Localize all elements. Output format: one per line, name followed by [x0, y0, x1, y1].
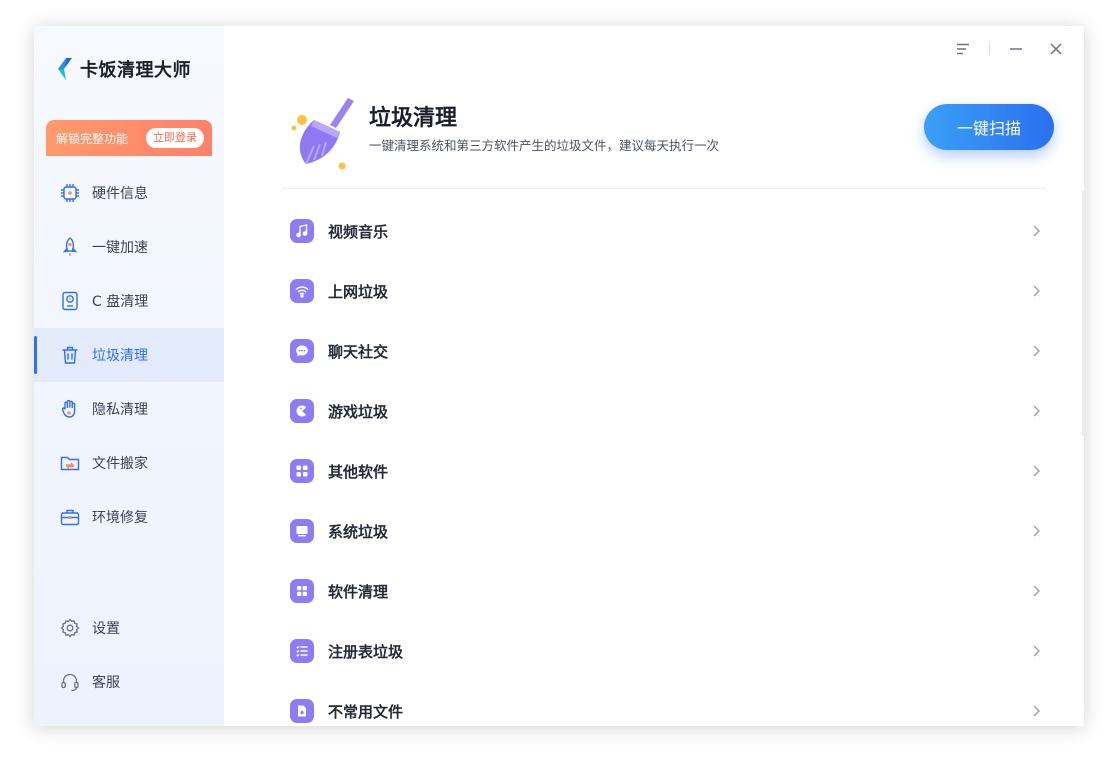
page-subtitle: 一键清理系统和第三方软件产生的垃圾文件，建议每天执行一次 — [369, 138, 720, 153]
category-system-junk[interactable]: 系统垃圾 — [282, 501, 1050, 561]
category-label: 注册表垃圾 — [328, 642, 404, 661]
broom-icon — [284, 94, 364, 174]
music-icon — [290, 219, 314, 243]
category-video-music[interactable]: 视频音乐 — [282, 201, 1050, 261]
menu-icon — [957, 43, 969, 55]
category-label: 系统垃圾 — [328, 522, 389, 541]
sidebar-item-env-repair[interactable]: 环境修复 — [34, 490, 224, 544]
chip-icon — [60, 183, 80, 203]
minimize-icon — [1010, 48, 1022, 50]
menu-button[interactable] — [949, 38, 977, 60]
chevron-right-icon — [1033, 465, 1040, 477]
toolbox-icon — [60, 507, 80, 527]
title-bar — [937, 38, 1070, 60]
page-title: 垃圾清理 — [369, 106, 458, 131]
chevron-right-icon — [1033, 645, 1040, 657]
chevron-right-icon — [1033, 345, 1040, 357]
category-web-junk[interactable]: 上网垃圾 — [282, 261, 1050, 321]
sidebar: 卡饭清理大师 解锁完整功能 立即登录 硬件信息 一键加速 C 盘清理 垃圾清理 … — [34, 26, 224, 726]
junk-category-list: 视频音乐 上网垃圾 聊天社交 游戏垃圾 其他软件 系统垃圾 软件清理 注册表垃圾… — [282, 201, 1050, 726]
category-label: 视频音乐 — [328, 222, 389, 241]
wifi-icon — [290, 279, 314, 303]
sidebar-item-speedup[interactable]: 一键加速 — [34, 220, 224, 274]
sidebar-item-label: 一键加速 — [92, 240, 148, 256]
app-name: 卡饭清理大师 — [80, 60, 191, 81]
sidebar-item-file-move[interactable]: 文件搬家 — [34, 436, 224, 490]
drive-icon — [60, 291, 80, 311]
sidebar-item-label: C 盘清理 — [92, 294, 149, 310]
file-icon — [290, 699, 314, 723]
header-divider — [282, 188, 1046, 189]
category-chat-social[interactable]: 聊天社交 — [282, 321, 1050, 381]
page-header: 垃圾清理 一键清理系统和第三方软件产生的垃圾文件，建议每天执行一次 一键扫描 — [284, 94, 1054, 188]
category-label: 游戏垃圾 — [328, 402, 389, 421]
chevron-right-icon — [1033, 405, 1040, 417]
gear-icon — [60, 618, 80, 638]
sidebar-item-label: 硬件信息 — [92, 186, 148, 202]
unlock-banner[interactable]: 解锁完整功能 立即登录 — [46, 120, 212, 156]
logo-icon — [56, 57, 74, 81]
sidebar-item-label: 环境修复 — [92, 510, 148, 526]
game-icon — [290, 399, 314, 423]
category-label: 聊天社交 — [328, 342, 389, 361]
category-label: 其他软件 — [328, 462, 389, 481]
category-registry-junk[interactable]: 注册表垃圾 — [282, 621, 1050, 681]
sidebar-item-c-drive[interactable]: C 盘清理 — [34, 274, 224, 328]
sidebar-item-label: 文件搬家 — [92, 456, 148, 472]
folder-move-icon — [60, 453, 80, 473]
minimize-button[interactable] — [1002, 38, 1030, 60]
sidebar-item-label: 垃圾清理 — [92, 348, 148, 364]
one-click-scan-button[interactable]: 一键扫描 — [924, 104, 1054, 150]
scrollbar[interactable] — [1082, 191, 1084, 436]
category-software-clean[interactable]: 软件清理 — [282, 561, 1050, 621]
sidebar-item-label: 隐私清理 — [92, 402, 148, 418]
chevron-right-icon — [1033, 585, 1040, 597]
apps-icon — [290, 579, 314, 603]
sidebar-item-settings[interactable]: 设置 — [34, 601, 224, 655]
sidebar-item-junk-clean[interactable]: 垃圾清理 — [34, 328, 224, 382]
close-icon — [1050, 43, 1062, 55]
trash-icon — [60, 345, 80, 365]
grid-icon — [290, 459, 314, 483]
category-game-junk[interactable]: 游戏垃圾 — [282, 381, 1050, 441]
title-bar-separator — [989, 43, 990, 55]
category-other-software[interactable]: 其他软件 — [282, 441, 1050, 501]
sidebar-nav: 硬件信息 一键加速 C 盘清理 垃圾清理 隐私清理 文件搬家 环境修复 — [34, 166, 224, 544]
chat-icon — [290, 339, 314, 363]
app-window: 卡饭清理大师 解锁完整功能 立即登录 硬件信息 一键加速 C 盘清理 垃圾清理 … — [34, 26, 1084, 726]
headset-icon — [60, 672, 80, 692]
chevron-right-icon — [1033, 705, 1040, 717]
app-logo: 卡饭清理大师 — [56, 56, 191, 82]
rocket-icon — [60, 237, 80, 257]
unlock-text: 解锁完整功能 — [56, 131, 129, 146]
sidebar-item-support[interactable]: 客服 — [34, 655, 224, 709]
monitor-icon — [290, 519, 314, 543]
sidebar-bottom-nav: 设置 客服 — [34, 601, 224, 709]
sidebar-item-hardware[interactable]: 硬件信息 — [34, 166, 224, 220]
hand-icon — [60, 399, 80, 419]
sidebar-item-label: 客服 — [92, 675, 120, 691]
category-label: 软件清理 — [328, 582, 389, 601]
chevron-right-icon — [1033, 525, 1040, 537]
chevron-right-icon — [1033, 225, 1040, 237]
chevron-right-icon — [1033, 285, 1040, 297]
sidebar-item-label: 设置 — [92, 621, 120, 637]
category-label: 不常用文件 — [328, 702, 404, 721]
list-icon — [290, 639, 314, 663]
close-button[interactable] — [1042, 38, 1070, 60]
category-unused-files[interactable]: 不常用文件 — [282, 681, 1050, 726]
category-label: 上网垃圾 — [328, 282, 389, 301]
sidebar-item-privacy[interactable]: 隐私清理 — [34, 382, 224, 436]
login-button[interactable]: 立即登录 — [146, 128, 204, 148]
